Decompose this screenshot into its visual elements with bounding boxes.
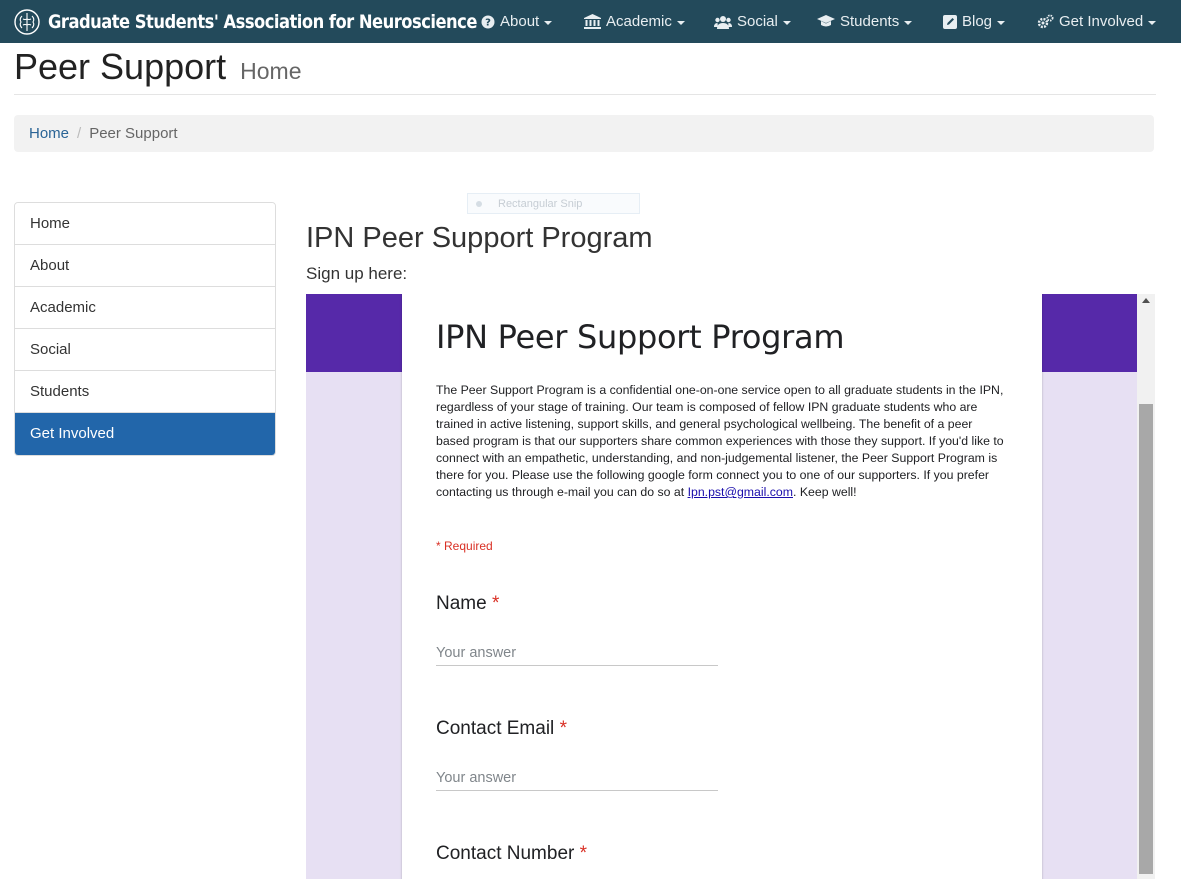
nav-blog[interactable]: Blog (943, 0, 1006, 43)
form-card: IPN Peer Support Program The Peer Suppor… (402, 294, 1042, 879)
content-title: IPN Peer Support Program (306, 222, 653, 254)
email-link[interactable]: Ipn.pst@gmail.com (688, 485, 793, 499)
sidebar-item-academic[interactable]: Academic (15, 287, 275, 329)
page-header: Peer Support Home (14, 44, 1156, 95)
brand-link[interactable]: Graduate Students' Association for Neuro… (14, 0, 547, 43)
nav-academic-label: Academic (606, 13, 672, 30)
sidebar-item-home[interactable]: Home (15, 203, 275, 245)
question-name-label: Name * (436, 593, 499, 615)
form-title: IPN Peer Support Program (436, 318, 845, 356)
nav-about[interactable]: ? About (481, 0, 553, 43)
form-description: The Peer Support Program is a confidenti… (436, 382, 1008, 501)
snip-overlay: Rectangular Snip (467, 193, 640, 214)
sidebar-nav: Home About Academic Social Students Get … (14, 202, 276, 456)
graduation-cap-icon (817, 15, 835, 27)
form-description-end: . Keep well! (793, 485, 857, 499)
embedded-form-frame: IPN Peer Support Program The Peer Suppor… (306, 294, 1155, 879)
sidebar-item-students[interactable]: Students (15, 371, 275, 413)
question-number-text: Contact Number (436, 843, 575, 864)
edit-icon (943, 14, 957, 29)
snip-dot-icon (476, 200, 482, 207)
page-subtitle: Home (240, 58, 302, 84)
chevron-down-icon (676, 20, 685, 25)
contact-email-input[interactable] (436, 765, 718, 791)
brand-title: Graduate Students' Association for Neuro… (48, 10, 477, 33)
nav-academic[interactable]: Academic (584, 0, 685, 43)
chevron-down-icon (782, 20, 791, 25)
svg-text:?: ? (485, 17, 491, 28)
page-title-text: Peer Support (14, 46, 227, 87)
sidebar-item-about[interactable]: About (15, 245, 275, 287)
nav-social[interactable]: Social (714, 0, 791, 43)
nav-students-label: Students (840, 13, 900, 30)
question-number-label: Contact Number * (436, 843, 587, 865)
signup-label: Sign up here: (306, 264, 408, 283)
cogs-icon (1037, 14, 1054, 29)
institution-icon (584, 14, 601, 29)
breadcrumb-separator: / (77, 125, 82, 142)
sidebar-item-get-involved[interactable]: Get Involved (15, 413, 275, 455)
chevron-down-icon (544, 20, 553, 25)
required-asterisk: * (579, 843, 588, 864)
nav-blog-label: Blog (962, 13, 993, 30)
brain-logo-icon (14, 8, 40, 35)
chevron-down-icon (904, 20, 913, 25)
question-email-text: Contact Email (436, 718, 555, 739)
form-description-text: The Peer Support Program is a confidenti… (436, 383, 1004, 499)
scroll-up-arrow-icon[interactable] (1142, 298, 1150, 303)
required-asterisk: * (559, 718, 567, 739)
breadcrumb: Home / Peer Support (14, 115, 1154, 152)
snip-overlay-label: Rectangular Snip (498, 197, 583, 210)
nav-students[interactable]: Students (817, 0, 913, 43)
nav-about-label: About (500, 13, 540, 30)
question-name-text: Name (436, 593, 487, 614)
breadcrumb-home-link[interactable]: Home (29, 125, 69, 142)
nav-get-involved[interactable]: Get Involved (1037, 0, 1157, 43)
sidebar-item-social[interactable]: Social (15, 329, 275, 371)
question-email-label: Contact Email * (436, 718, 567, 740)
nav-get-involved-label: Get Involved (1059, 13, 1144, 30)
chevron-down-icon (1148, 20, 1157, 25)
chevron-down-icon (997, 20, 1006, 25)
required-asterisk: * (491, 593, 500, 614)
nav-social-label: Social (737, 13, 778, 30)
breadcrumb-current: Peer Support (89, 125, 178, 142)
page-title: Peer Support Home (14, 46, 302, 88)
scrollbar-thumb[interactable] (1139, 404, 1153, 874)
required-note: * Required (436, 539, 493, 553)
top-navbar: Graduate Students' Association for Neuro… (0, 0, 1181, 43)
form-scrollbar[interactable] (1137, 294, 1155, 879)
users-icon (714, 15, 732, 29)
question-circle-icon: ? (481, 15, 495, 28)
name-input[interactable] (436, 640, 718, 666)
